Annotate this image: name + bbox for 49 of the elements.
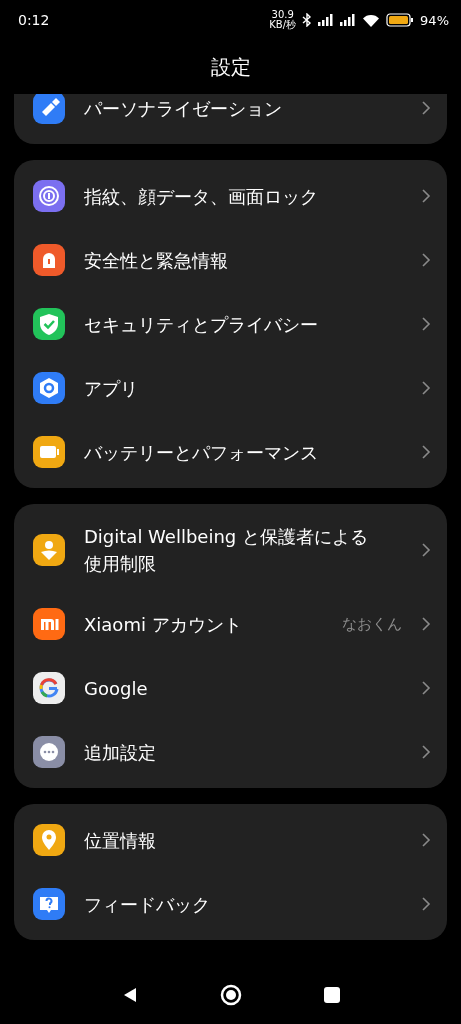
settings-item[interactable]: 指紋、顔データ、画面ロック (14, 164, 447, 228)
settings-item[interactable]: アプリ (14, 356, 447, 420)
chevron-right-icon (421, 188, 431, 204)
settings-item[interactable]: フィードバック (14, 872, 447, 936)
chevron-right-icon (421, 100, 431, 116)
network-speed-value: 30.9 (271, 10, 294, 20)
network-speed-unit: KB/秒 (269, 20, 297, 30)
settings-item[interactable]: Xiaomi アカウント なおくん (14, 592, 447, 656)
battery-percentage: 94% (420, 12, 449, 28)
chevron-right-icon (421, 252, 431, 268)
item-label: アプリ (84, 376, 139, 401)
signal-icon (318, 14, 335, 26)
chevron-right-icon (421, 542, 431, 558)
chevron-right-icon (421, 444, 431, 460)
item-label: パーソナライゼーション (84, 96, 283, 121)
item-label: フィードバック (84, 892, 211, 917)
chevron-right-icon (421, 316, 431, 332)
chevron-right-icon (421, 680, 431, 696)
clock-time: 0:12 (18, 12, 51, 28)
chevron-right-icon (421, 744, 431, 760)
item-value: なおくん (342, 614, 402, 634)
battery-icon (386, 13, 415, 27)
signal-icon (340, 14, 357, 26)
settings-item[interactable]: 安全性と緊急情報 (14, 228, 447, 292)
bluetooth-icon (302, 13, 313, 27)
chevron-right-icon (421, 616, 431, 632)
settings-item[interactable]: 位置情報 (14, 808, 447, 872)
item-label: 追加設定 (84, 740, 157, 765)
home-icon[interactable] (220, 984, 243, 1006)
page-title: 設定 (209, 53, 252, 81)
item-label: バッテリーとパフォーマンス (84, 440, 319, 465)
item-label: Xiaomi アカウント (84, 612, 243, 637)
recents-icon[interactable] (324, 987, 341, 1003)
item-label: 指紋、顔データ、画面ロック (84, 184, 319, 209)
wifi-icon (362, 13, 381, 27)
item-label: 安全性と緊急情報 (84, 248, 229, 273)
chevron-right-icon (421, 896, 431, 912)
settings-item[interactable]: 追加設定 (14, 720, 447, 784)
settings-item[interactable]: Digital Wellbeing と保護者による使用制限 (14, 508, 447, 592)
chevron-right-icon (421, 380, 431, 396)
chevron-right-icon (421, 832, 431, 848)
settings-item[interactable]: Google (14, 656, 447, 720)
item-label: セキュリティとプライバシー (84, 312, 319, 337)
settings-item[interactable]: セキュリティとプライバシー (14, 292, 447, 356)
item-label: Digital Wellbeing と保護者による使用制限 (84, 525, 369, 576)
settings-item[interactable]: パーソナライゼーション (14, 94, 447, 140)
settings-item[interactable]: バッテリーとパフォーマンス (14, 420, 447, 484)
item-label: 位置情報 (84, 828, 157, 853)
item-label: Google (84, 676, 149, 701)
